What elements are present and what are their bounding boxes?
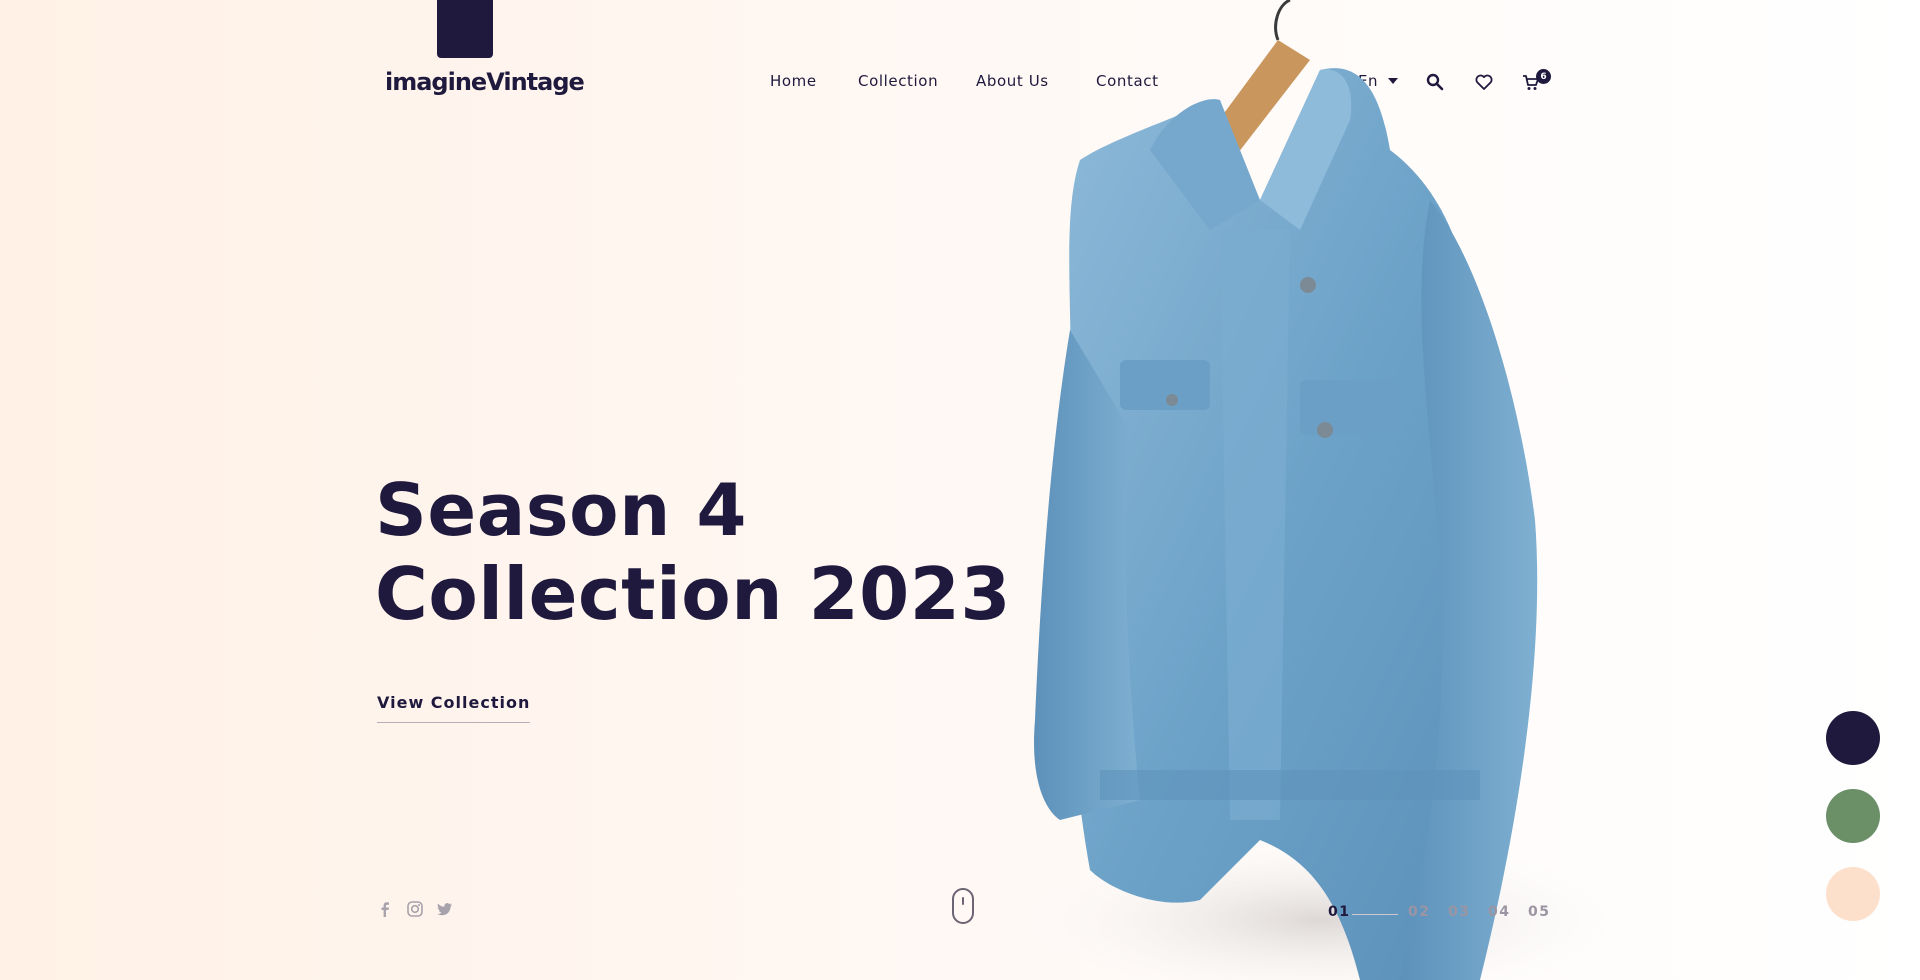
facebook-icon[interactable] [376,900,394,918]
hero-title-line-2: Collection 2023 [375,552,1011,636]
brand-logo[interactable]: imagineVintage [385,68,585,96]
slide-page-1[interactable]: 01 [1328,904,1350,920]
swatch-peach[interactable] [1826,867,1880,921]
slide-page-5[interactable]: 05 [1528,904,1550,920]
scroll-mouse-icon[interactable] [952,888,974,924]
view-collection-link[interactable]: View Collection [377,693,531,723]
slide-page-4[interactable]: 04 [1488,904,1510,920]
logo-tab [437,0,493,58]
nav-collection[interactable]: Collection [858,72,938,90]
pagination-progress-line [1352,914,1398,915]
denim-jacket-image [990,0,1650,980]
slide-page-2[interactable]: 02 [1408,904,1430,920]
nav-home[interactable]: Home [770,72,817,90]
hero-title-line-1: Season 4 [375,468,748,552]
swatch-navy[interactable] [1826,711,1880,765]
instagram-icon[interactable] [406,900,424,918]
twitter-icon[interactable] [436,900,454,918]
swatch-green[interactable] [1826,789,1880,843]
slide-page-3[interactable]: 03 [1448,904,1470,920]
hero-title: Season 4 Collection 2023 [375,468,1011,636]
